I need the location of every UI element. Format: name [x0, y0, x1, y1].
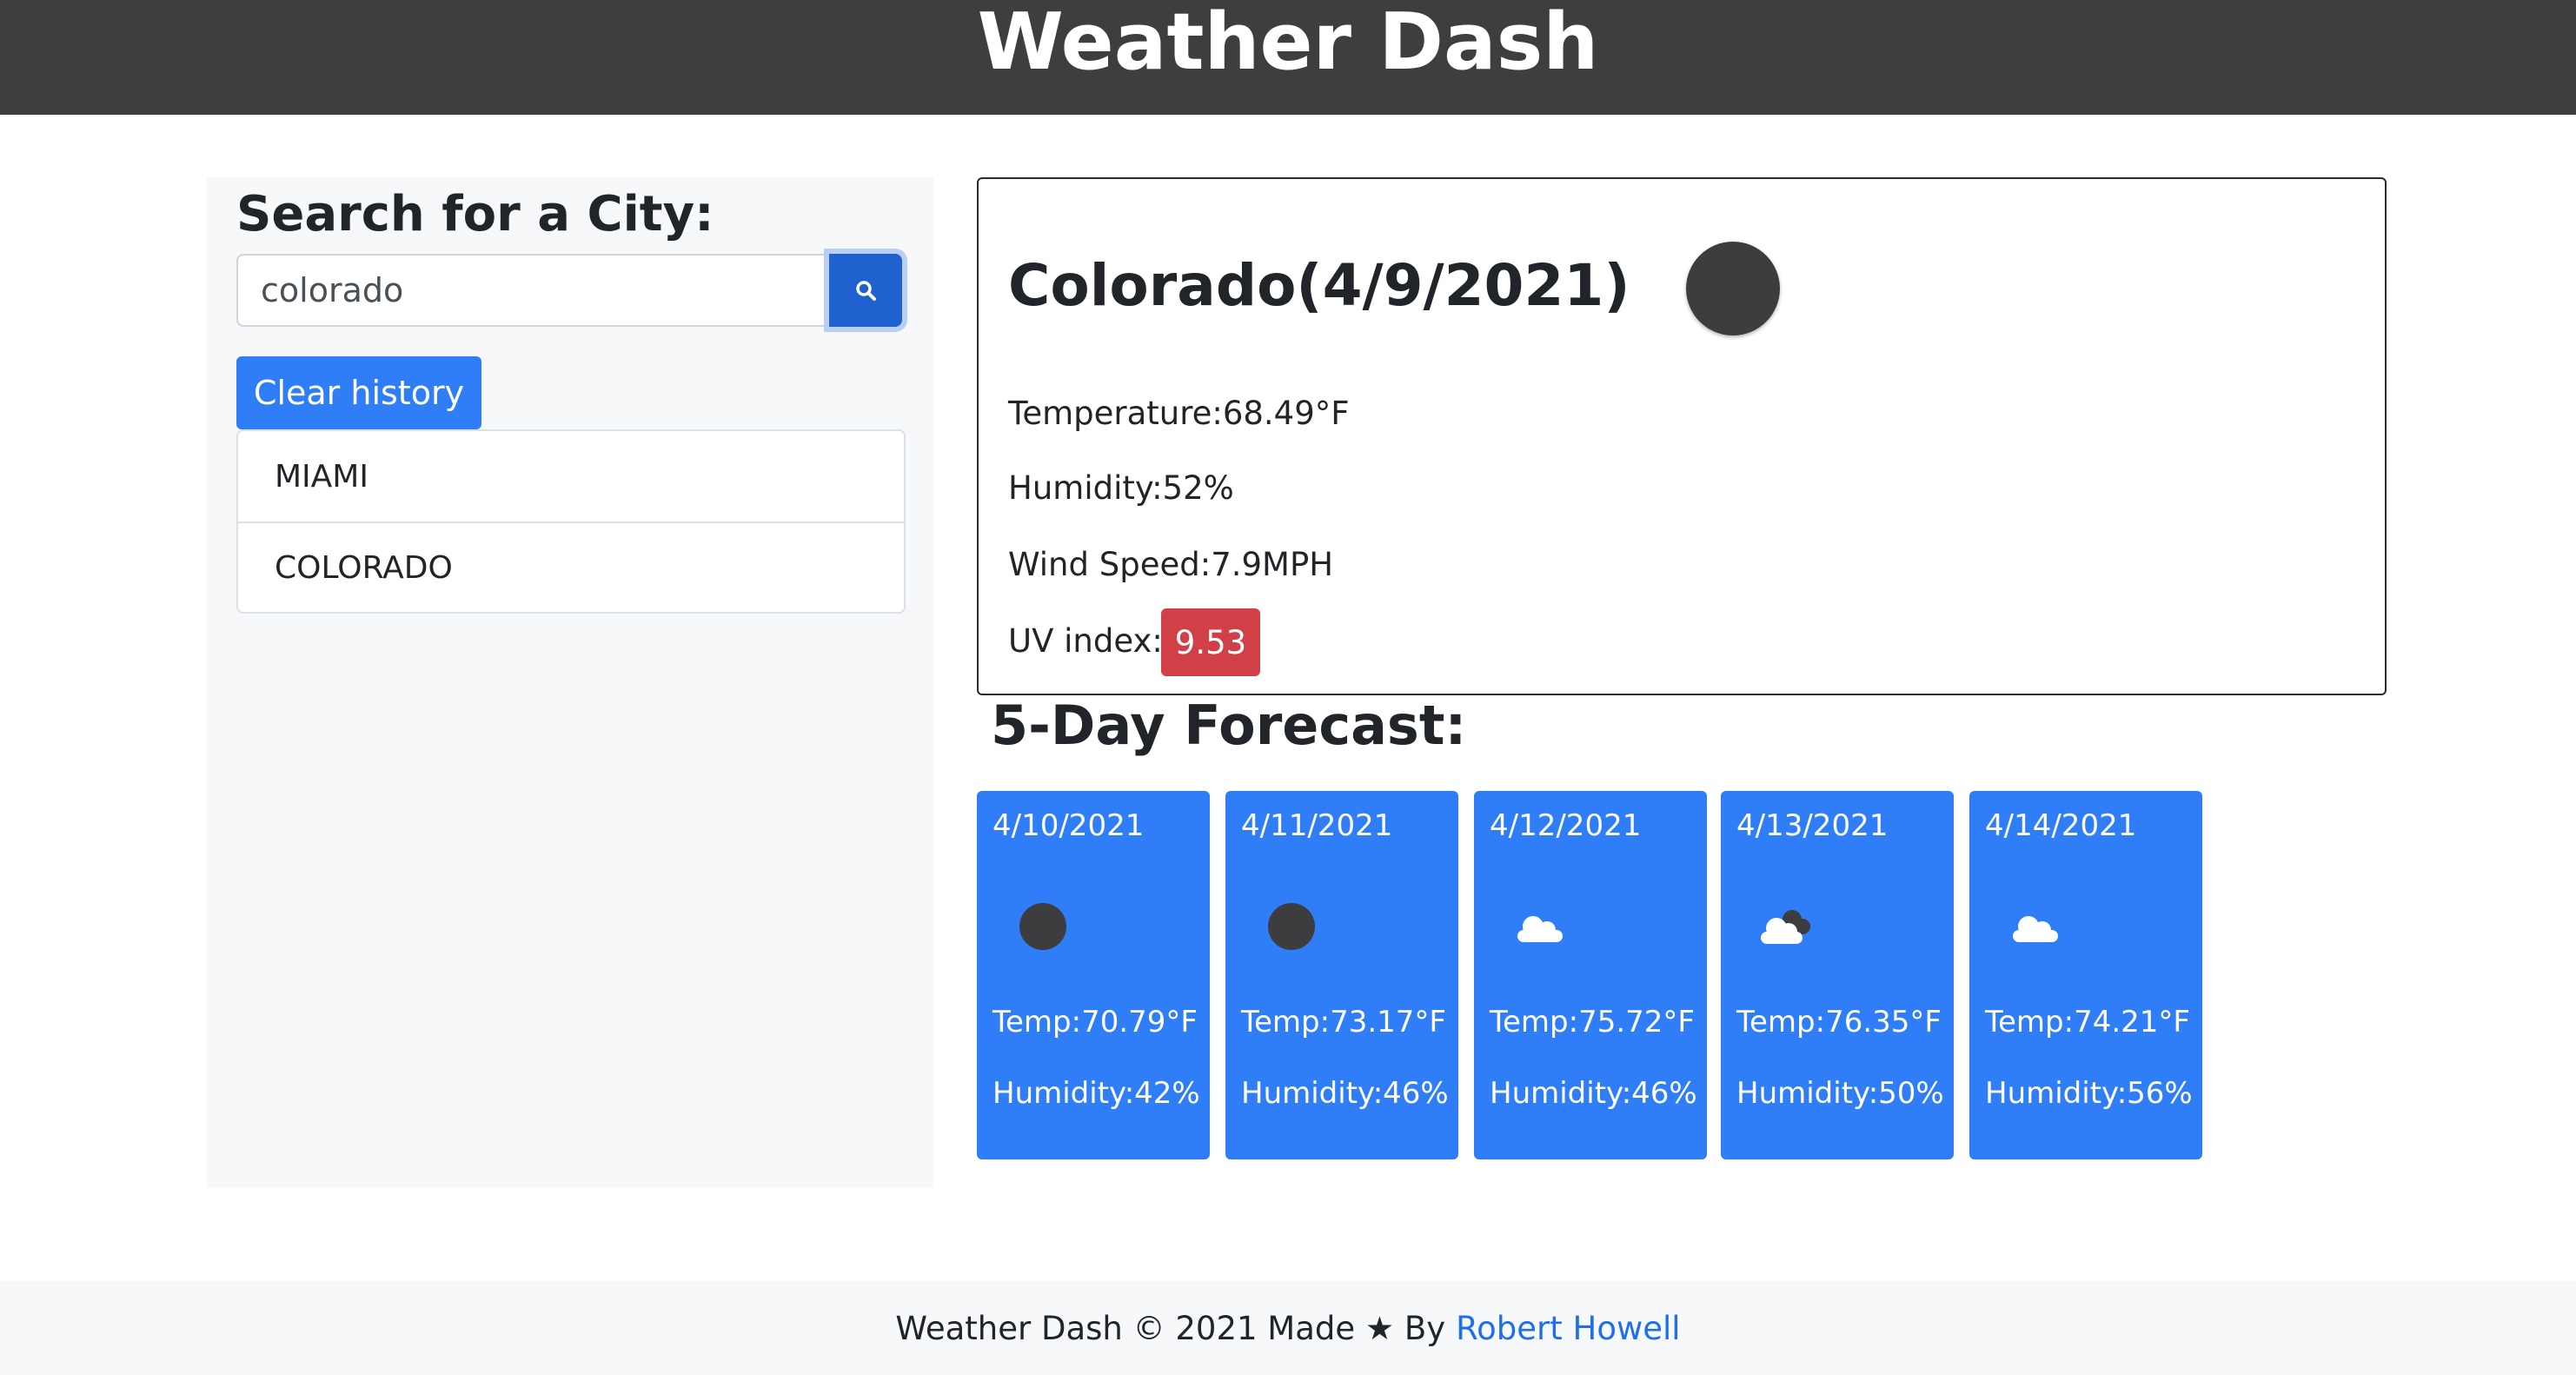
forecast-temp: Temp:76.35°F — [1736, 1005, 1942, 1040]
search-icon — [856, 281, 876, 301]
forecast-temp: Temp:74.21°F — [1985, 1005, 2190, 1040]
forecast-card: 4/12/2021 Temp:75.72°F Humidity:46% — [1474, 791, 1707, 1159]
forecast-date: 4/13/2021 — [1736, 808, 1889, 843]
forecast-card: 4/13/2021 Temp:76.35°F Humidity:50% — [1721, 791, 1954, 1159]
search-sidebar: Search for a City: Clear history MIAMI C… — [207, 177, 933, 1187]
forecast-humidity: Humidity:46% — [1490, 1076, 1697, 1111]
forecast-date: 4/12/2021 — [1490, 808, 1642, 843]
current-city-title: Colorado(4/9/2021) — [1008, 252, 1630, 319]
dark-circle-icon — [1268, 903, 1315, 950]
forecast-date: 4/10/2021 — [993, 808, 1145, 843]
current-humidity: Humidity:52% — [1008, 469, 1234, 507]
cloud-icon — [1517, 916, 1563, 942]
search-button[interactable] — [829, 254, 902, 327]
forecast-temp: Temp:75.72°F — [1490, 1005, 1695, 1040]
forecast-date: 4/11/2021 — [1241, 808, 1393, 843]
forecast-card: 4/14/2021 Temp:74.21°F Humidity:56% — [1969, 791, 2202, 1159]
footer-text: Weather Dash © 2021 Made ★ By — [895, 1309, 1446, 1347]
history-item-miami[interactable]: MIAMI — [238, 431, 904, 521]
author-link[interactable]: Robert Howell — [1456, 1310, 1680, 1347]
uv-index-badge: 9.53 — [1161, 608, 1260, 676]
current-weather-card: Colorado(4/9/2021) Temperature:68.49°F H… — [977, 177, 2387, 695]
search-input[interactable] — [236, 254, 829, 327]
forecast-card: 4/11/2021 Temp:73.17°F Humidity:46% — [1225, 791, 1458, 1159]
dark-circle-icon — [1019, 903, 1066, 950]
forecast-date: 4/14/2021 — [1985, 808, 2137, 843]
current-wind-speed: Wind Speed:7.9MPH — [1008, 546, 1334, 583]
forecast-temp: Temp:73.17°F — [1241, 1005, 1446, 1040]
broken-clouds-icon — [1761, 910, 1810, 944]
forecast-humidity: Humidity:50% — [1736, 1076, 1944, 1111]
search-history-list: MIAMI COLORADO — [236, 429, 906, 614]
page-footer: Weather Dash © 2021 Made ★ By Robert How… — [0, 1281, 2576, 1375]
forecast-card: 4/10/2021 Temp:70.79°F Humidity:42% — [977, 791, 1210, 1159]
history-item-colorado[interactable]: COLORADO — [238, 521, 904, 612]
uv-index-label: UV index: — [1008, 622, 1163, 660]
forecast-humidity: Humidity:42% — [993, 1076, 1200, 1111]
dark-circle-icon — [1686, 242, 1780, 335]
forecast-humidity: Humidity:46% — [1241, 1076, 1449, 1111]
cloud-icon — [2013, 916, 2058, 942]
current-temperature: Temperature:68.49°F — [1008, 395, 1350, 432]
forecast-temp: Temp:70.79°F — [993, 1005, 1198, 1040]
search-label: Search for a City: — [236, 186, 714, 242]
forecast-humidity: Humidity:56% — [1985, 1076, 2193, 1111]
page-header: Weather Dash — [0, 0, 2576, 115]
clear-history-button[interactable]: Clear history — [236, 356, 481, 429]
forecast-title: 5-Day Forecast: — [991, 694, 1467, 757]
page-title: Weather Dash — [977, 0, 1599, 88]
